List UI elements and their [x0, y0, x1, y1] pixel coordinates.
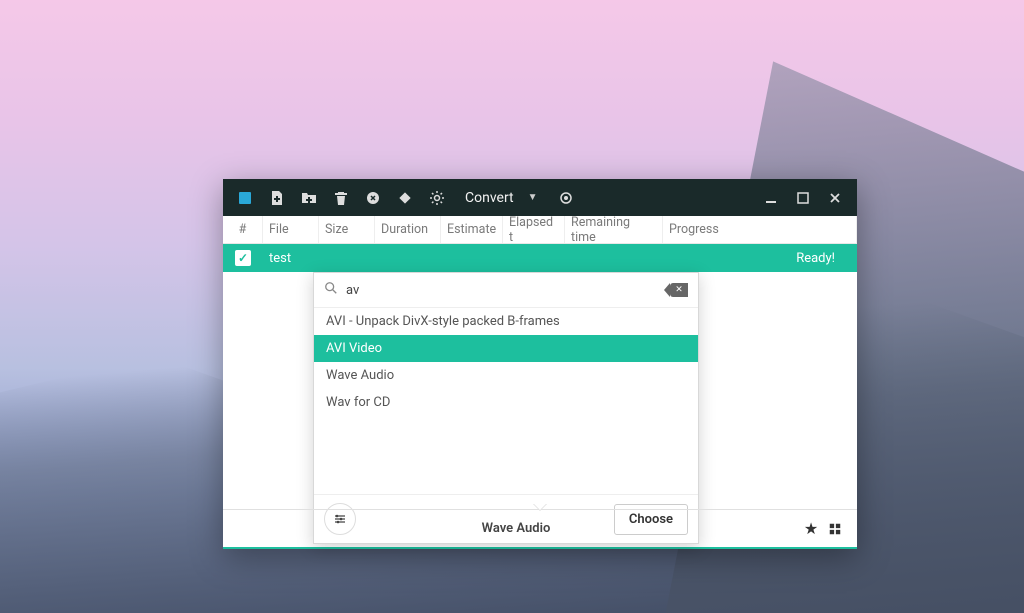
- result-item[interactable]: Wav for CD: [314, 389, 698, 416]
- row-checkbox[interactable]: ✓: [235, 250, 251, 266]
- col-progress[interactable]: Progress: [663, 216, 857, 243]
- footer-format-label[interactable]: Wave Audio: [233, 521, 799, 536]
- row-status: Ready!: [774, 251, 857, 266]
- row-file: test: [263, 251, 319, 266]
- app-icon[interactable]: [231, 184, 259, 212]
- col-file[interactable]: File: [263, 216, 319, 243]
- col-duration[interactable]: Duration: [375, 216, 441, 243]
- col-estimate[interactable]: Estimate: [441, 216, 503, 243]
- search-input[interactable]: [346, 283, 662, 298]
- clear-search-icon[interactable]: ✕: [670, 283, 688, 297]
- diamond-icon[interactable]: [391, 184, 419, 212]
- results-list: AVI - Unpack DivX-style packed B-frames …: [314, 308, 698, 494]
- search-icon: [324, 281, 338, 299]
- footer-bar: Wave Audio ★: [223, 509, 857, 547]
- add-file-icon[interactable]: [263, 184, 291, 212]
- table-row[interactable]: ✓ test Ready!: [223, 244, 857, 272]
- result-item[interactable]: AVI Video: [314, 335, 698, 362]
- star-icon[interactable]: ★: [799, 519, 823, 538]
- minimize-button[interactable]: [757, 184, 785, 212]
- app-window: Convert ▼ # File Size Duration Estimate …: [223, 179, 857, 549]
- col-size[interactable]: Size: [319, 216, 375, 243]
- mode-dropdown-label: Convert: [465, 190, 514, 206]
- format-picker-popup: ✕ AVI - Unpack DivX-style packed B-frame…: [313, 272, 699, 544]
- grid-icon[interactable]: [823, 522, 847, 536]
- close-button[interactable]: [821, 184, 849, 212]
- col-elapsed[interactable]: Elapsed t: [503, 216, 565, 243]
- gear-icon[interactable]: [423, 184, 451, 212]
- add-folder-icon[interactable]: [295, 184, 323, 212]
- col-remaining[interactable]: Remaining time: [565, 216, 663, 243]
- close-circle-icon[interactable]: [359, 184, 387, 212]
- progress-line: [223, 547, 857, 549]
- record-icon[interactable]: [552, 184, 580, 212]
- maximize-button[interactable]: [789, 184, 817, 212]
- column-headers: # File Size Duration Estimate Elapsed t …: [223, 216, 857, 244]
- col-check[interactable]: #: [223, 216, 263, 243]
- titlebar: Convert ▼: [223, 179, 857, 216]
- mode-dropdown[interactable]: Convert ▼: [455, 190, 548, 206]
- chevron-down-icon: ▼: [528, 192, 538, 203]
- result-item[interactable]: Wave Audio: [314, 362, 698, 389]
- body-area: ✕ AVI - Unpack DivX-style packed B-frame…: [223, 272, 857, 509]
- footer-arrow-icon: [533, 503, 547, 510]
- search-row: ✕: [314, 273, 698, 308]
- result-item[interactable]: AVI - Unpack DivX-style packed B-frames: [314, 308, 698, 335]
- trash-icon[interactable]: [327, 184, 355, 212]
